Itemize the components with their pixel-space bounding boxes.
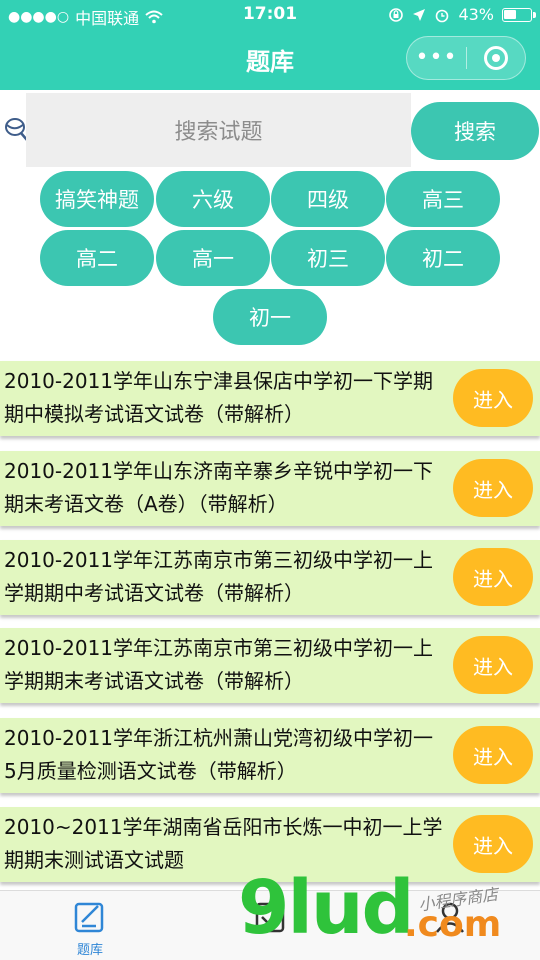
paper-title: 2010-2011学年江苏南京市第三初级中学初一上学期期中考试语文试卷（带解析） — [4, 548, 434, 605]
rotation-lock-icon — [389, 7, 404, 22]
tag-button[interactable]: 初一 — [213, 289, 327, 345]
tag-button[interactable]: 六级 — [156, 171, 270, 227]
tab-label: 题库 — [76, 943, 103, 958]
location-icon — [413, 8, 426, 21]
list-item[interactable]: 2010-2011学年山东济南辛寨乡辛锐中学初一下期末考语文卷（A卷）（带解析）… — [0, 451, 540, 526]
edit-note-icon — [74, 902, 104, 933]
paper-title: 2010-2011学年山东济南辛寨乡辛锐中学初一下期末考语文卷（A卷）（带解析） — [4, 459, 434, 516]
search-placeholder: 搜索试题 — [174, 120, 263, 145]
list-item[interactable]: 2010-2011学年江苏南京市第三初级中学初一上学期期中考试语文试卷（带解析）… — [0, 540, 540, 615]
search-button[interactable]: 搜索 — [411, 102, 539, 160]
search-input[interactable]: 搜索试题 — [26, 93, 411, 167]
paper-title: 2010-2011学年山东宁津县保店中学初一下学期期中模拟考试语文试卷（带解析） — [4, 369, 434, 426]
tab-second[interactable] — [180, 891, 360, 960]
battery-icon — [502, 7, 536, 22]
page: ●●●●○ 中国联通 17:01 43% 题库 ••• 搜索试题 搜索 搞笑神题… — [0, 0, 540, 960]
tag-button[interactable]: 初三 — [271, 230, 385, 286]
header: ●●●●○ 中国联通 17:01 43% 题库 ••• — [0, 0, 540, 90]
list-item[interactable]: 2010~2011学年湖南省岳阳市长炼一中初一上学期期末测试语文试题 进入 — [0, 807, 540, 882]
enter-button[interactable]: 进入 — [453, 815, 533, 873]
tag-button[interactable]: 高三 — [386, 171, 500, 227]
mini-program-capsule: ••• — [406, 36, 526, 80]
enter-button[interactable]: 进入 — [453, 726, 533, 784]
tab-bar: 题库 — [0, 890, 540, 960]
enter-button[interactable]: 进入 — [453, 369, 533, 427]
tab-third[interactable] — [360, 891, 540, 960]
close-circle-icon — [483, 46, 508, 70]
tag-button[interactable]: 搞笑神题 — [40, 171, 154, 227]
tag-button[interactable]: 高一 — [156, 230, 270, 286]
list-item[interactable]: 2010-2011学年山东宁津县保店中学初一下学期期中模拟考试语文试卷（带解析）… — [0, 361, 540, 436]
paper-title: 2010-2011学年江苏南京市第三初级中学初一上学期期末考试语文试卷（带解析） — [4, 636, 434, 693]
paper-title: 2010-2011学年浙江杭州萧山党湾初级中学初一5月质量检测语文试卷（带解析） — [4, 726, 434, 783]
close-button[interactable] — [467, 46, 525, 70]
tag-button[interactable]: 四级 — [271, 171, 385, 227]
enter-button[interactable]: 进入 — [453, 548, 533, 606]
battery-percent: 43% — [458, 5, 494, 24]
enter-button[interactable]: 进入 — [453, 636, 533, 694]
alarm-icon — [436, 9, 449, 22]
list-item[interactable]: 2010-2011学年江苏南京市第三初级中学初一上学期期末考试语文试卷（带解析）… — [0, 628, 540, 703]
tab-question-bank[interactable]: 题库 — [0, 891, 180, 960]
user-icon — [436, 902, 464, 933]
list-item[interactable]: 2010-2011学年浙江杭州萧山党湾初级中学初一5月质量检测语文试卷（带解析）… — [0, 718, 540, 793]
checklist-icon — [255, 902, 285, 933]
paper-title: 2010~2011学年湖南省岳阳市长炼一中初一上学期期末测试语文试题 — [4, 815, 443, 872]
tag-button[interactable]: 初二 — [386, 230, 500, 286]
status-bar: ●●●●○ 中国联通 17:01 43% — [0, 0, 540, 30]
enter-button[interactable]: 进入 — [453, 459, 533, 517]
tag-button[interactable]: 高二 — [40, 230, 154, 286]
more-button[interactable]: ••• — [407, 36, 466, 80]
